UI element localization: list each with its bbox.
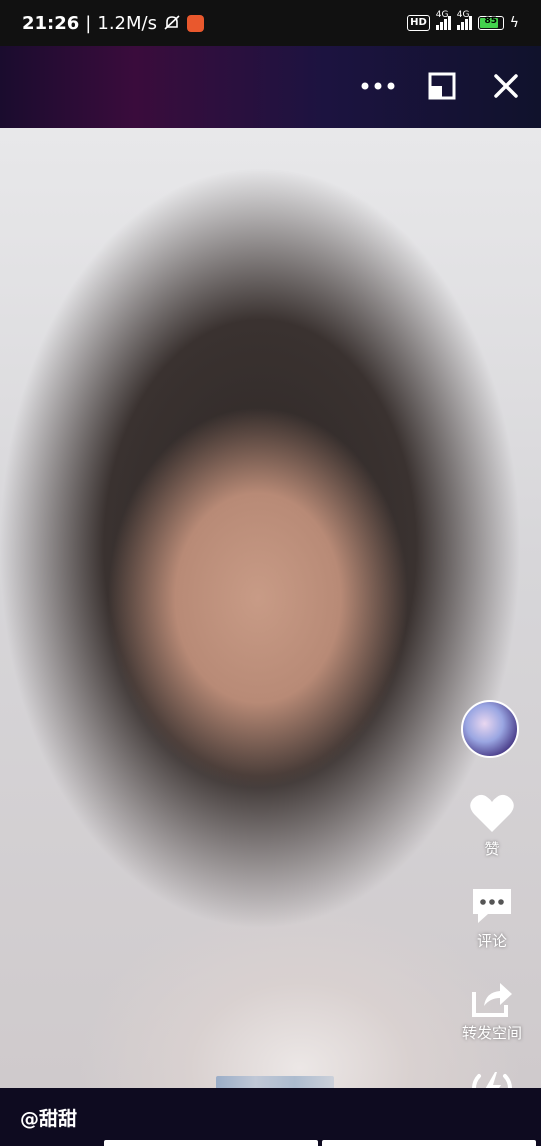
share-to-space-button[interactable]: 转发空间 <box>456 978 528 1043</box>
comment-icon <box>473 889 511 923</box>
battery-icon: 85 <box>477 16 504 30</box>
close-icon <box>494 74 518 98</box>
more-horizontal-icon <box>361 82 395 90</box>
hd-voice-icon: HD <box>407 15 430 31</box>
video-toolbar <box>0 46 541 128</box>
network-type-1: 4G <box>435 10 449 20</box>
status-bar: 21:26 | 1.2M/s HD 4G 4G 85 ϟ <box>0 0 541 46</box>
video-footer: @甜甜 <box>0 1088 541 1146</box>
bell-muted-icon <box>164 15 180 30</box>
signal-2-icon: 4G <box>456 10 472 30</box>
bottom-tab-2 <box>322 1140 536 1146</box>
like-label: 赞 <box>484 840 500 858</box>
author-avatar[interactable] <box>461 700 519 758</box>
bottom-tab-1 <box>104 1140 318 1146</box>
status-divider: | <box>85 12 92 34</box>
battery-level: 85 <box>484 16 498 26</box>
signal-1-icon: 4G <box>435 10 451 30</box>
comment-label: 评论 <box>476 932 507 950</box>
picture-in-picture-icon <box>428 72 456 100</box>
status-right: HD 4G 4G 85 ϟ <box>407 10 519 31</box>
status-time: 21:26 <box>22 12 80 34</box>
picture-in-picture-button[interactable] <box>420 64 464 108</box>
share-icon <box>472 983 512 1017</box>
more-button[interactable] <box>356 64 400 108</box>
share-label: 转发空间 <box>461 1024 522 1042</box>
network-type-2: 4G <box>456 10 470 20</box>
like-button[interactable]: 赞 <box>456 792 528 859</box>
network-speed: 1.2M/s <box>97 12 157 34</box>
heart-icon <box>470 794 514 832</box>
charging-icon: ϟ <box>509 15 519 31</box>
close-button[interactable] <box>484 64 528 108</box>
author-username[interactable]: @甜甜 <box>20 1104 77 1131</box>
app-notification-icon <box>186 14 204 32</box>
status-left: 21:26 | 1.2M/s <box>22 13 204 34</box>
comment-button[interactable]: 评论 <box>456 886 528 951</box>
bottom-edge-tabs <box>104 1140 536 1146</box>
